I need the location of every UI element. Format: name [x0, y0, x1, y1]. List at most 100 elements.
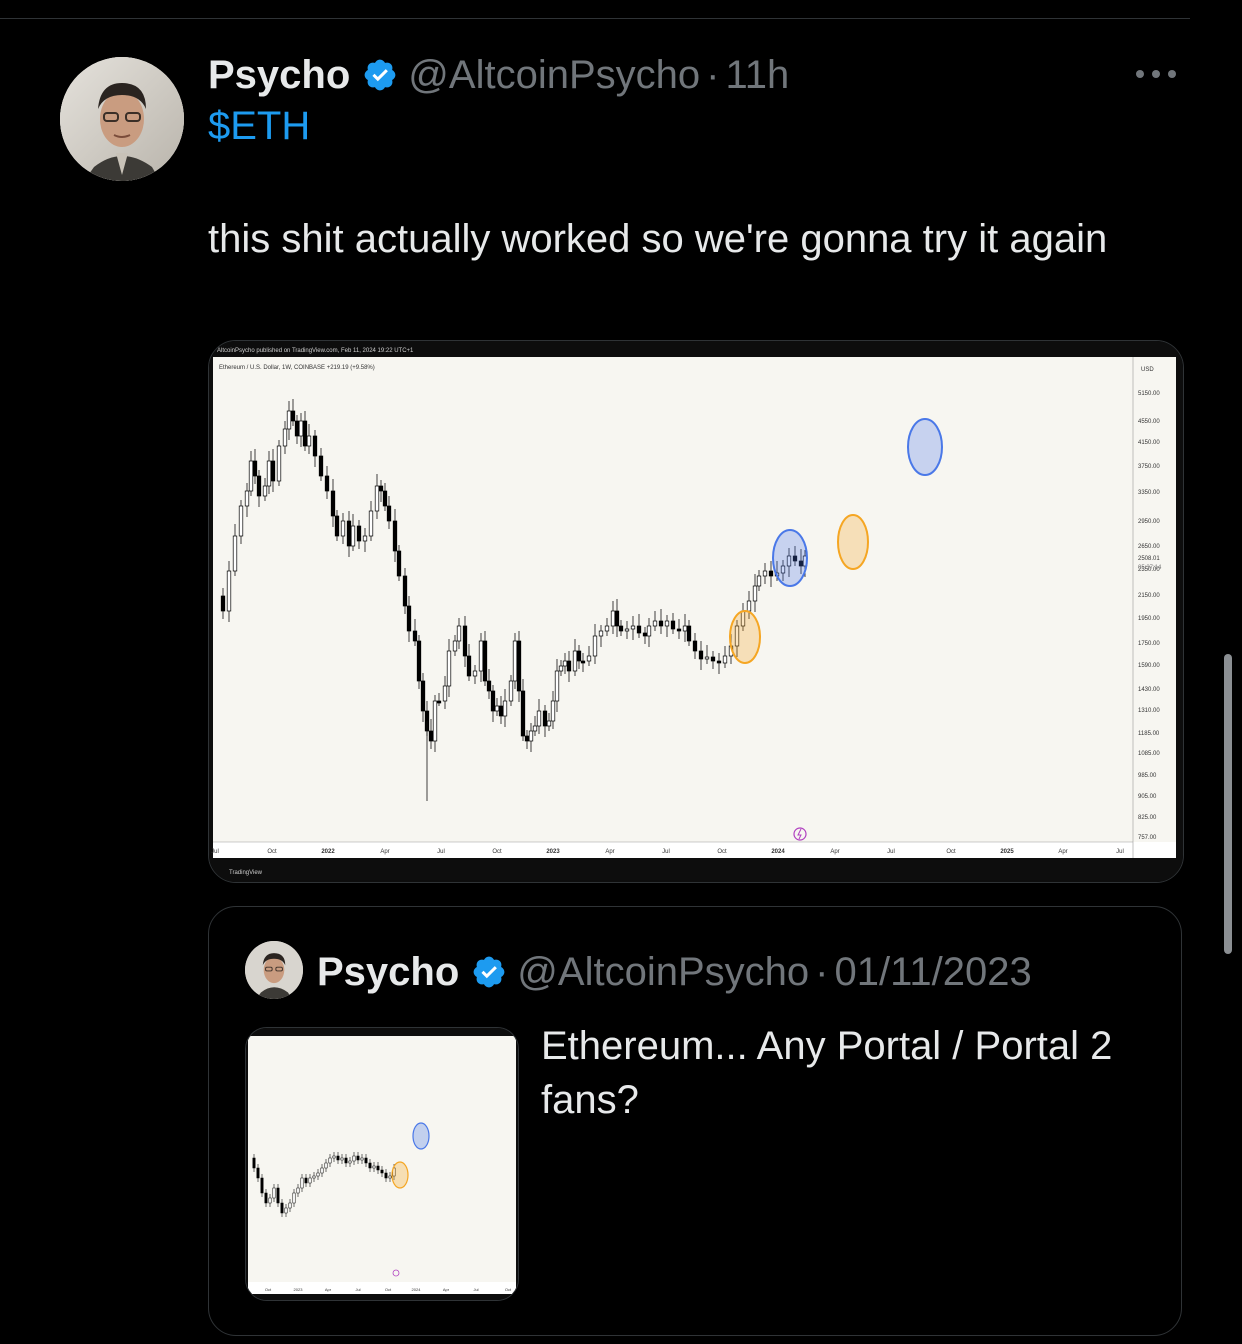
thumb-candle-body — [252, 1157, 256, 1169]
candle-body — [466, 655, 472, 677]
candle-body — [374, 485, 380, 512]
price-tick-label: 757.00 — [1138, 835, 1157, 841]
candle-body — [266, 460, 272, 487]
quoted-tweet-text: Ethereum... Any Portal / Portal 2 fans? — [541, 1024, 1113, 1122]
candle-body — [558, 665, 564, 672]
candle-body — [686, 625, 692, 642]
thumb-orange-circle — [391, 1161, 409, 1189]
tweet-time[interactable]: 11h — [725, 53, 789, 98]
quoted-author-handle[interactable]: @AltcoinPsycho — [517, 950, 809, 995]
more-options-icon[interactable] — [1134, 60, 1178, 88]
author-avatar[interactable] — [60, 57, 184, 181]
candle-body — [658, 620, 664, 627]
candle-body — [704, 656, 710, 660]
candle-body — [508, 680, 514, 702]
price-tick-label: 3750.00 — [1138, 464, 1160, 470]
chart-plot-area — [213, 357, 1176, 857]
blue-circle-1 — [772, 529, 808, 587]
price-tick-label: 2950.00 — [1138, 519, 1160, 525]
candle-body — [334, 515, 340, 537]
verified-badge-icon — [471, 954, 507, 990]
candle-body — [692, 640, 698, 652]
candle-body — [524, 735, 530, 742]
thumb-candle-body — [324, 1162, 328, 1169]
quoted-author-avatar[interactable] — [245, 941, 303, 999]
candle-body — [752, 585, 758, 602]
candle-body — [746, 600, 752, 612]
thumb-candle-body — [260, 1177, 264, 1194]
orange-circle-1 — [729, 610, 761, 664]
quoted-tweet-date[interactable]: 01/11/2023 — [834, 950, 1031, 995]
candle-body — [604, 625, 610, 632]
tweet-text: this shit actually worked so we're gonna… — [208, 217, 1108, 261]
time-tick-label: 2024 — [771, 849, 785, 855]
candle-body — [324, 475, 330, 492]
candle-body — [402, 575, 408, 607]
quoted-tweet[interactable]: Psycho @AltcoinPsycho · 01/11/2023 Oct 20… — [208, 906, 1182, 1336]
candle-body — [592, 635, 598, 657]
thumb-candle-body — [328, 1157, 332, 1164]
candle-body — [512, 640, 518, 682]
author-name[interactable]: Psycho — [208, 53, 350, 98]
candle-body — [436, 700, 442, 704]
candle-body — [386, 505, 392, 522]
thumb-candle-body — [292, 1192, 296, 1204]
candle-body — [646, 625, 652, 637]
time-tick-label: Oct — [946, 849, 956, 855]
candle-body — [498, 705, 504, 717]
candle-body — [406, 605, 412, 632]
candle-body — [598, 630, 604, 637]
candle-body — [442, 685, 448, 702]
time-tick-label: Jul — [662, 849, 670, 855]
thumb-candle-body — [356, 1155, 360, 1161]
candle-body — [276, 445, 282, 482]
candle-body — [294, 420, 300, 437]
time-tick-label: Oct — [492, 849, 502, 855]
candle-body — [676, 628, 682, 632]
blue-circle-2 — [907, 418, 943, 476]
candle-body — [312, 435, 318, 457]
candle-body — [630, 625, 636, 630]
time-tick-label: Jul — [437, 849, 445, 855]
candle-body — [446, 650, 452, 687]
candle-body — [238, 505, 244, 537]
price-tick-label: 825.00 — [1138, 815, 1157, 821]
candle-body — [520, 690, 526, 737]
quoted-author-name[interactable]: Psycho — [317, 950, 459, 995]
candle-body — [494, 705, 500, 712]
candle-body — [762, 570, 768, 577]
candle-body — [262, 485, 268, 497]
separator-dot: · — [815, 949, 829, 994]
quoted-tweet-media[interactable]: Oct 2023 Apr Jul Oct 2024 Apr Jul Oct — [245, 1027, 519, 1301]
countdown-label: 05:37:14 — [1138, 565, 1162, 571]
candle-body — [716, 660, 722, 664]
price-tick-label: 4150.00 — [1138, 440, 1160, 446]
thumb-time-label: 2024 — [412, 1287, 422, 1292]
time-tick-label: 2025 — [1000, 849, 1014, 855]
scrollbar[interactable] — [1224, 654, 1232, 954]
time-tick-label: Apr — [605, 849, 614, 855]
candle-body — [536, 710, 542, 727]
time-tick-label: Apr — [830, 849, 839, 855]
candle-body — [546, 720, 552, 727]
candle-body — [302, 420, 308, 447]
thumb-candle-body — [264, 1192, 268, 1204]
candle-body — [306, 435, 312, 447]
cashtag-link[interactable]: $ETH — [208, 104, 310, 149]
candle-body — [482, 640, 488, 682]
candle-body — [636, 625, 642, 634]
candle-body — [362, 535, 368, 542]
author-handle[interactable]: @AltcoinPsycho — [408, 53, 700, 98]
thumb-candle-body — [308, 1177, 312, 1184]
tweet-media-chart[interactable]: AltcoinPsycho published on TradingView.c… — [208, 340, 1184, 883]
candle-body — [756, 575, 762, 587]
candle-body — [456, 625, 462, 642]
time-tick-label: Oct — [717, 849, 727, 855]
thumb-candle-body — [344, 1157, 348, 1164]
candle-body — [340, 520, 346, 537]
quoted-tweet-header: Psycho @AltcoinPsycho · 01/11/2023 — [317, 947, 1032, 997]
candle-body — [392, 520, 398, 552]
price-tick-label: 1750.00 — [1138, 641, 1160, 647]
time-tick-label: 2022 — [321, 849, 335, 855]
candle-body — [248, 460, 254, 492]
